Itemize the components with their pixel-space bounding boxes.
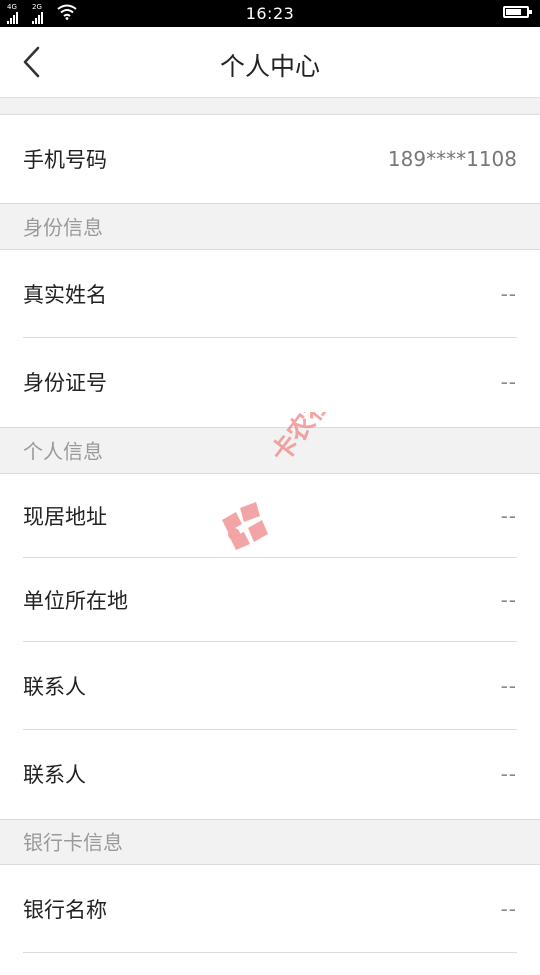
identity-section-header: 身份信息 (0, 202, 540, 249)
contact-row-1[interactable]: 联系人 -- (0, 642, 540, 730)
bank-section: 银行名称 -- (0, 864, 540, 975)
work-location-row[interactable]: 单位所在地 -- (0, 558, 540, 642)
bank-header-label: 银行卡信息 (23, 830, 123, 855)
phone-value: 189****1108 (387, 147, 517, 171)
real-name-label: 真实姓名 (23, 283, 107, 307)
bank-name-row[interactable]: 银行名称 -- (0, 865, 540, 953)
id-number-label: 身份证号 (23, 371, 107, 395)
contact-row-2[interactable]: 联系人 -- (0, 730, 540, 818)
phone-label: 手机号码 (23, 148, 107, 172)
status-bar: 4G 2G 16:23 (0, 0, 540, 27)
id-number-value: -- (500, 370, 517, 394)
personal-section-header: 个人信息 (0, 426, 540, 473)
identity-section: 真实姓名 -- 身份证号 -- (0, 249, 540, 428)
contact-value-2: -- (500, 762, 517, 786)
work-location-value: -- (500, 588, 517, 612)
navigation-bar: 个人中心 (0, 27, 540, 98)
page-title: 个人中心 (219, 52, 320, 81)
contact-label-2: 联系人 (23, 763, 86, 787)
personal-section: 现居地址 -- 单位所在地 -- 联系人 -- 联系人 -- (0, 473, 540, 820)
battery-icon (503, 6, 532, 18)
work-location-label: 单位所在地 (23, 589, 128, 613)
phone-section: 手机号码 189****1108 (0, 114, 540, 204)
identity-header-label: 身份信息 (23, 215, 103, 239)
bank-name-label: 银行名称 (23, 898, 107, 922)
phone-row[interactable]: 手机号码 189****1108 (0, 115, 540, 203)
divider (23, 952, 517, 953)
status-time: 16:23 (245, 4, 295, 23)
real-name-row[interactable]: 真实姓名 -- (0, 250, 540, 338)
current-address-value: -- (500, 504, 517, 528)
contact-value-1: -- (500, 674, 517, 698)
bank-name-value: -- (500, 897, 517, 921)
id-number-row[interactable]: 身份证号 -- (0, 338, 540, 426)
personal-header-label: 个人信息 (23, 439, 103, 463)
contact-label-1: 联系人 (23, 675, 86, 699)
real-name-value: -- (500, 282, 517, 306)
current-address-label: 现居地址 (23, 505, 107, 529)
bank-section-header: 银行卡信息 (0, 818, 540, 864)
current-address-row[interactable]: 现居地址 -- (0, 474, 540, 558)
